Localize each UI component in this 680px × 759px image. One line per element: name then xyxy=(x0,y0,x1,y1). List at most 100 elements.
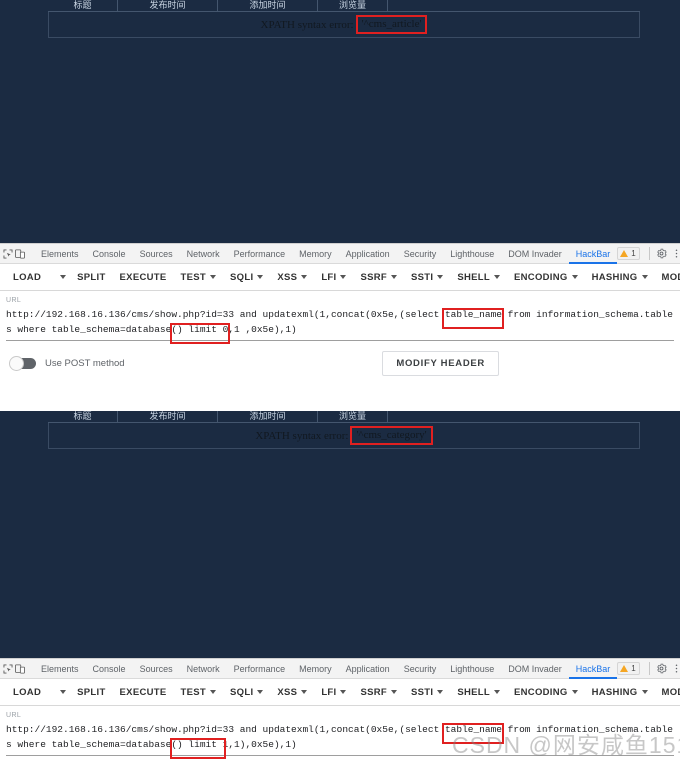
tab-sources[interactable]: Sources xyxy=(133,659,180,679)
table-header-cell: 标题 xyxy=(48,411,118,422)
chevron-down-icon xyxy=(571,690,578,694)
label: XSS xyxy=(277,271,298,283)
hackbar-sqli-button[interactable]: SQLI xyxy=(223,264,270,290)
label: LFI xyxy=(321,271,337,283)
post-method-row-upper: Use POST method MODIFY HEADER xyxy=(0,341,680,376)
result-table-top: 标题 发布时间 添加时间 浏览量 XPATH syntax error: '^c… xyxy=(48,0,640,38)
chevron-down-icon xyxy=(641,275,648,279)
label: SHELL xyxy=(457,686,490,698)
tab-network[interactable]: Network xyxy=(180,244,227,264)
hackbar-encoding-button[interactable]: ENCODING xyxy=(507,679,585,705)
hackbar-execute-button[interactable]: EXECUTE xyxy=(113,264,174,290)
table-header-row: 标题 发布时间 添加时间 浏览量 xyxy=(48,411,640,423)
table-header-cell xyxy=(388,0,640,11)
hackbar-execute-button[interactable]: EXECUTE xyxy=(113,679,174,705)
hackbar-test-button[interactable]: TEST xyxy=(174,264,223,290)
devtools-toolbar-right: 1 xyxy=(617,661,680,676)
device-toolbar-icon[interactable] xyxy=(14,245,26,263)
gear-icon[interactable] xyxy=(654,246,669,261)
xpath-error-value-highlight: '^cms_article' xyxy=(355,15,428,34)
tab-hackbar[interactable]: HackBar xyxy=(569,659,618,679)
tab-lighthouse[interactable]: Lighthouse xyxy=(443,244,501,264)
tab-performance[interactable]: Performance xyxy=(227,659,293,679)
hackbar-ssrf-button[interactable]: SSRF xyxy=(353,264,404,290)
hackbar-split-button[interactable]: SPLIT xyxy=(70,679,112,705)
hackbar-mode-button[interactable]: MODE xyxy=(655,679,680,705)
table-header-cell xyxy=(388,411,640,422)
tab-network[interactable]: Network xyxy=(180,659,227,679)
chevron-down-icon xyxy=(60,275,67,279)
tab-hackbar[interactable]: HackBar xyxy=(569,244,618,264)
hackbar-lfi-button[interactable]: LFI xyxy=(314,679,353,705)
label: TEST xyxy=(180,686,207,698)
tab-security[interactable]: Security xyxy=(397,244,444,264)
kebab-menu-icon[interactable] xyxy=(669,661,680,676)
hackbar-hashing-button[interactable]: HASHING xyxy=(585,264,655,290)
screenshot-root: 标题 发布时间 添加时间 浏览量 XPATH syntax error: '^c… xyxy=(0,0,680,759)
use-post-method-toggle[interactable] xyxy=(9,356,36,371)
tab-memory[interactable]: Memory xyxy=(292,659,339,679)
tab-dom-invader[interactable]: DOM Invader xyxy=(501,659,569,679)
hackbar-encoding-button[interactable]: ENCODING xyxy=(507,264,585,290)
chevron-down-icon xyxy=(340,275,347,279)
table-header-cell: 添加时间 xyxy=(218,0,318,11)
sql-error-row: XPATH syntax error: '^cms_article' xyxy=(48,12,640,38)
chevron-down-icon xyxy=(301,275,308,279)
tab-console[interactable]: Console xyxy=(86,244,133,264)
modify-header-button[interactable]: MODIFY HEADER xyxy=(382,351,499,376)
devtools-panel-upper: Elements Console Sources Network Perform… xyxy=(0,243,680,411)
device-toolbar-icon[interactable] xyxy=(14,660,26,678)
hackbar-shell-button[interactable]: SHELL xyxy=(450,264,507,290)
chevron-down-icon xyxy=(437,690,444,694)
inspect-element-icon[interactable] xyxy=(2,245,14,263)
tab-application[interactable]: Application xyxy=(339,244,397,264)
label: ENCODING xyxy=(513,686,568,698)
hackbar-load-button[interactable]: LOAD xyxy=(6,264,48,290)
label: SSRF xyxy=(360,686,388,698)
hackbar-load-dropdown[interactable] xyxy=(52,264,70,290)
hackbar-ssrf-button[interactable]: SSRF xyxy=(353,679,404,705)
warning-triangle-icon xyxy=(620,250,629,257)
hackbar-ssti-button[interactable]: SSTI xyxy=(404,679,450,705)
table-header-cell: 发布时间 xyxy=(118,0,218,11)
hackbar-lfi-button[interactable]: LFI xyxy=(314,264,353,290)
warning-badge[interactable]: 1 xyxy=(617,247,640,260)
hackbar-load-button[interactable]: LOAD xyxy=(6,679,48,705)
url-input-lower[interactable]: http://192.168.16.136/cms/show.php?id=33… xyxy=(6,722,674,756)
toggle-knob xyxy=(9,356,24,371)
warning-count: 1 xyxy=(631,248,636,258)
tab-sources[interactable]: Sources xyxy=(133,244,180,264)
label: MODE xyxy=(661,271,680,283)
tab-console[interactable]: Console xyxy=(86,659,133,679)
hackbar-mode-button[interactable]: MODE xyxy=(655,264,680,290)
hackbar-xss-button[interactable]: XSS xyxy=(270,679,314,705)
hackbar-sqli-button[interactable]: SQLI xyxy=(223,679,270,705)
gear-icon[interactable] xyxy=(654,661,669,676)
table-header-cell: 浏览量 xyxy=(318,0,388,11)
kebab-menu-icon[interactable] xyxy=(669,246,680,261)
table-header-cell: 标题 xyxy=(48,0,118,11)
tab-performance[interactable]: Performance xyxy=(227,244,293,264)
tab-elements[interactable]: Elements xyxy=(34,244,86,264)
hackbar-xss-button[interactable]: XSS xyxy=(270,264,314,290)
tab-application[interactable]: Application xyxy=(339,659,397,679)
hackbar-ssti-button[interactable]: SSTI xyxy=(404,264,450,290)
hackbar-hashing-button[interactable]: HASHING xyxy=(585,679,655,705)
table-header-cell: 浏览量 xyxy=(318,411,388,422)
tab-memory[interactable]: Memory xyxy=(292,244,339,264)
hackbar-split-button[interactable]: SPLIT xyxy=(70,264,112,290)
tab-dom-invader[interactable]: DOM Invader xyxy=(501,244,569,264)
chevron-down-icon xyxy=(60,690,67,694)
chevron-down-icon xyxy=(493,275,500,279)
url-input-upper[interactable]: http://192.168.16.136/cms/show.php?id=33… xyxy=(6,307,674,341)
warning-badge[interactable]: 1 xyxy=(617,662,640,675)
tab-lighthouse[interactable]: Lighthouse xyxy=(443,659,501,679)
label: TEST xyxy=(180,271,207,283)
inspect-element-icon[interactable] xyxy=(2,660,14,678)
hackbar-shell-button[interactable]: SHELL xyxy=(450,679,507,705)
tab-elements[interactable]: Elements xyxy=(34,659,86,679)
label: SQLI xyxy=(230,271,254,283)
hackbar-test-button[interactable]: TEST xyxy=(174,679,223,705)
tab-security[interactable]: Security xyxy=(397,659,444,679)
hackbar-load-dropdown[interactable] xyxy=(52,679,70,705)
